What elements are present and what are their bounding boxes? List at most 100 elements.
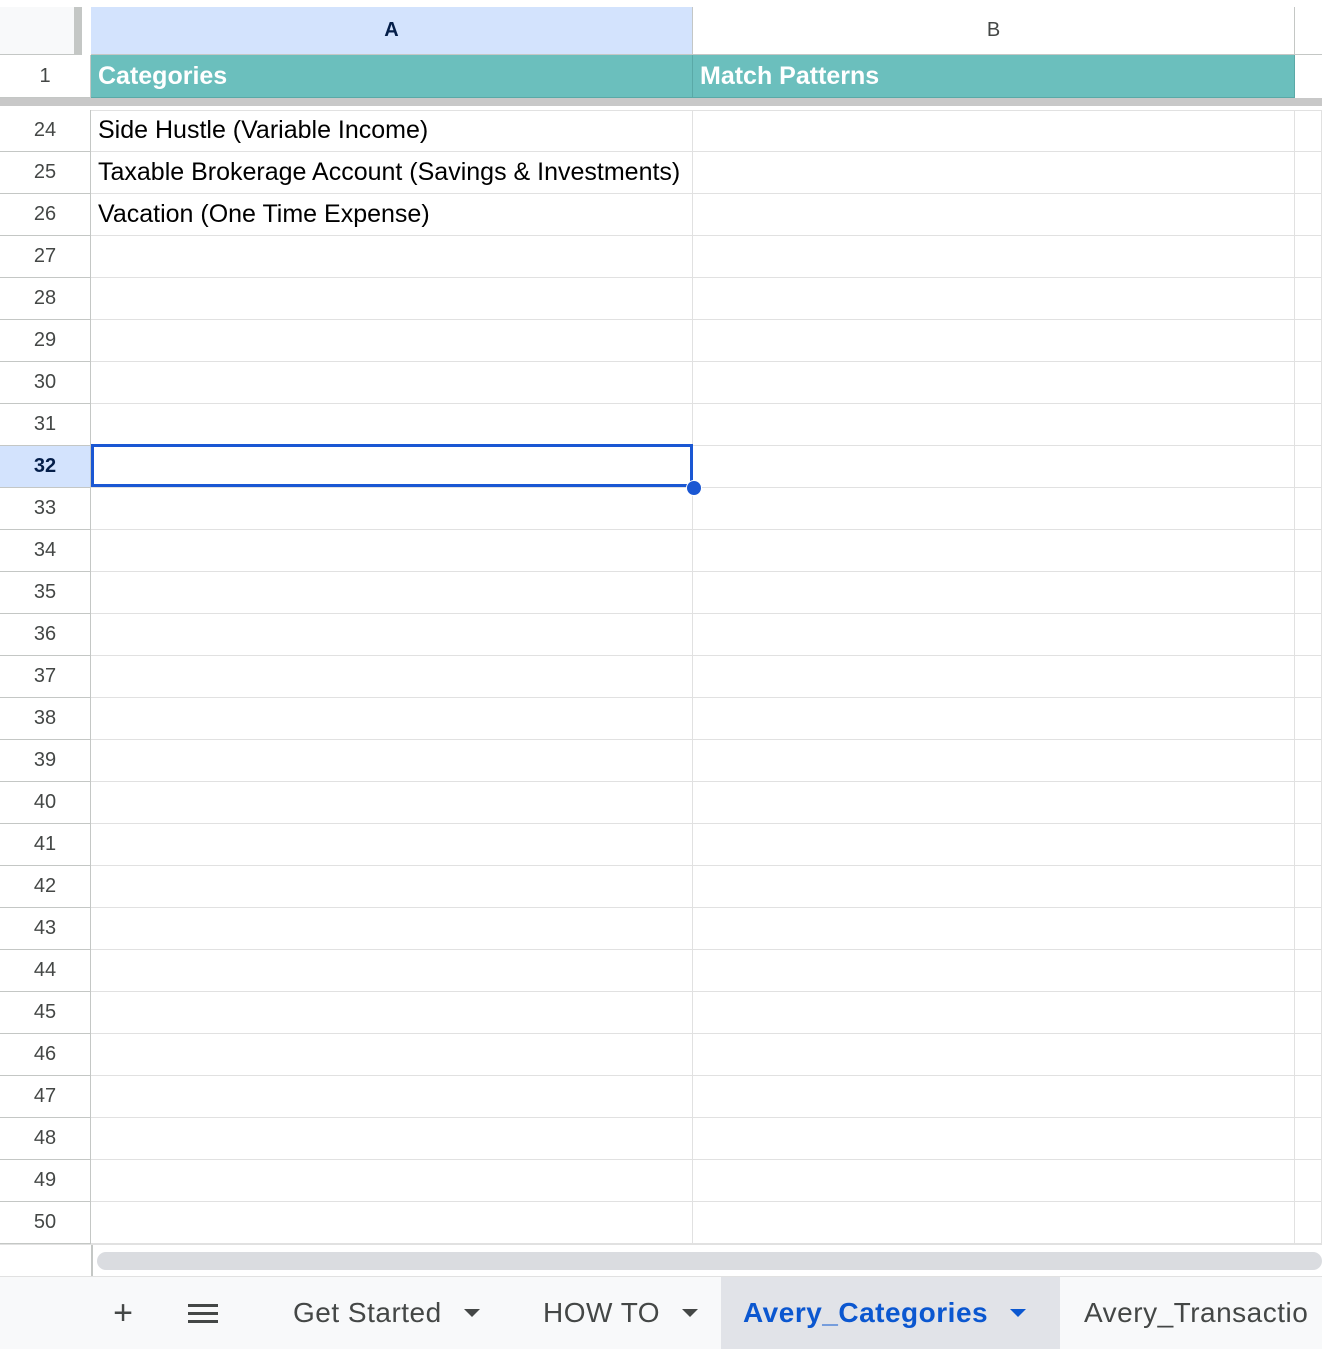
- cell-b[interactable]: [693, 278, 1295, 320]
- header-cell-categories[interactable]: Categories: [91, 55, 693, 98]
- column-header-b[interactable]: B: [693, 7, 1295, 55]
- row-number[interactable]: 24: [0, 110, 91, 152]
- cell-c[interactable]: [1295, 236, 1322, 278]
- row-number[interactable]: 25: [0, 152, 91, 194]
- row-number[interactable]: 41: [0, 824, 91, 866]
- cell-c[interactable]: [1295, 362, 1322, 404]
- column-header-c[interactable]: [1295, 7, 1322, 55]
- row-number[interactable]: 27: [0, 236, 91, 278]
- cell-b[interactable]: [693, 1118, 1295, 1160]
- cell-a[interactable]: [91, 866, 693, 908]
- row-number[interactable]: 48: [0, 1118, 91, 1160]
- cell-a[interactable]: [91, 362, 693, 404]
- cell-b[interactable]: [693, 320, 1295, 362]
- cell-a[interactable]: [91, 278, 693, 320]
- cell-b[interactable]: [693, 992, 1295, 1034]
- tab-avery-categories[interactable]: Avery_Categories: [721, 1277, 1060, 1349]
- cell-a[interactable]: Taxable Brokerage Account (Savings & Inv…: [91, 152, 693, 194]
- select-all-corner[interactable]: [0, 7, 82, 55]
- header-cell-match-patterns[interactable]: Match Patterns: [693, 55, 1295, 98]
- cell-b[interactable]: [693, 404, 1295, 446]
- cell-c[interactable]: [1295, 194, 1322, 236]
- cell-b[interactable]: [693, 488, 1295, 530]
- cell-c[interactable]: [1295, 698, 1322, 740]
- cell-b[interactable]: [693, 1076, 1295, 1118]
- chevron-down-icon[interactable]: [463, 1309, 480, 1317]
- cell-c[interactable]: [1295, 1118, 1322, 1160]
- row-number[interactable]: 1: [0, 55, 91, 98]
- row-number[interactable]: 26: [0, 194, 91, 236]
- cell-a[interactable]: [91, 1034, 693, 1076]
- row-number[interactable]: 32: [0, 446, 91, 488]
- cell-b[interactable]: [693, 530, 1295, 572]
- cell-c[interactable]: [1295, 1076, 1322, 1118]
- cell-a[interactable]: [91, 698, 693, 740]
- cell-b[interactable]: [693, 698, 1295, 740]
- row-number[interactable]: 39: [0, 740, 91, 782]
- cell-c[interactable]: [1295, 950, 1322, 992]
- cell-a[interactable]: [91, 1202, 693, 1244]
- cell-a[interactable]: [91, 740, 693, 782]
- cell-b[interactable]: [693, 446, 1295, 488]
- row-number[interactable]: 49: [0, 1160, 91, 1202]
- cell-a[interactable]: Side Hustle (Variable Income): [91, 110, 693, 152]
- row-number[interactable]: 29: [0, 320, 91, 362]
- cell-c[interactable]: [1295, 740, 1322, 782]
- cell-b[interactable]: [693, 1034, 1295, 1076]
- cell-a[interactable]: [91, 530, 693, 572]
- row-number[interactable]: 33: [0, 488, 91, 530]
- cell-a[interactable]: [91, 320, 693, 362]
- cell-b[interactable]: [693, 824, 1295, 866]
- cell-a[interactable]: [91, 1076, 693, 1118]
- cell-b[interactable]: [693, 1202, 1295, 1244]
- all-sheets-button[interactable]: [181, 1291, 225, 1335]
- cell-c[interactable]: [1295, 992, 1322, 1034]
- cell-b[interactable]: [693, 950, 1295, 992]
- cell-c[interactable]: [1295, 1160, 1322, 1202]
- cell-a[interactable]: [91, 950, 693, 992]
- tab-avery-transactions[interactable]: Avery_Transactio: [1062, 1277, 1322, 1349]
- cell-b[interactable]: [693, 152, 1295, 194]
- cell-c[interactable]: [1295, 488, 1322, 530]
- cell-b[interactable]: [693, 782, 1295, 824]
- cell-c[interactable]: [1295, 1034, 1322, 1076]
- cell-c[interactable]: [1295, 614, 1322, 656]
- row-number[interactable]: 37: [0, 656, 91, 698]
- cell-a[interactable]: [91, 1118, 693, 1160]
- row-number[interactable]: 46: [0, 1034, 91, 1076]
- row-number[interactable]: 34: [0, 530, 91, 572]
- cell-c[interactable]: [1295, 278, 1322, 320]
- cell-c[interactable]: [1295, 530, 1322, 572]
- row-number[interactable]: 28: [0, 278, 91, 320]
- cell-b[interactable]: [693, 614, 1295, 656]
- cell-c[interactable]: [1295, 908, 1322, 950]
- cell-b[interactable]: [693, 110, 1295, 152]
- row-number[interactable]: 43: [0, 908, 91, 950]
- cell-c[interactable]: [1295, 1202, 1322, 1244]
- cell-b[interactable]: [693, 656, 1295, 698]
- row-number[interactable]: 38: [0, 698, 91, 740]
- cell-c[interactable]: [1295, 446, 1322, 488]
- cell-a[interactable]: [91, 1160, 693, 1202]
- cell-a[interactable]: [91, 824, 693, 866]
- cell-c[interactable]: [1295, 110, 1322, 152]
- cell-c[interactable]: [1295, 572, 1322, 614]
- cell-a[interactable]: [91, 572, 693, 614]
- tab-get-started[interactable]: Get Started: [271, 1277, 511, 1349]
- cell-b[interactable]: [693, 362, 1295, 404]
- cell-a[interactable]: [91, 908, 693, 950]
- row-number[interactable]: 42: [0, 866, 91, 908]
- row-number[interactable]: 45: [0, 992, 91, 1034]
- row-number[interactable]: 47: [0, 1076, 91, 1118]
- row-number[interactable]: 30: [0, 362, 91, 404]
- row-number[interactable]: 40: [0, 782, 91, 824]
- row-number[interactable]: 36: [0, 614, 91, 656]
- cell-b[interactable]: [693, 740, 1295, 782]
- cell-a[interactable]: [91, 404, 693, 446]
- row-number[interactable]: 50: [0, 1202, 91, 1244]
- fill-handle[interactable]: [686, 480, 702, 496]
- cell-a[interactable]: [91, 782, 693, 824]
- horizontal-scrollbar[interactable]: [97, 1252, 1322, 1270]
- row-number[interactable]: 35: [0, 572, 91, 614]
- cell-b[interactable]: [693, 194, 1295, 236]
